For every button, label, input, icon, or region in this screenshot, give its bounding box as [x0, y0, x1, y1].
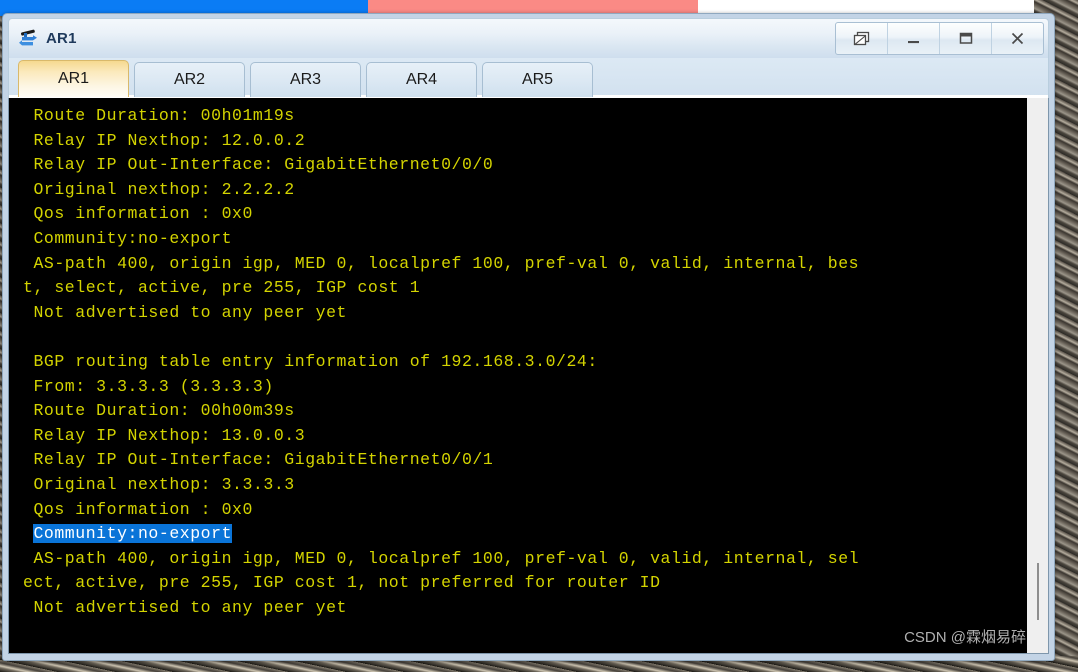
window-controls [835, 22, 1044, 55]
terminal-output[interactable]: Route Duration: 00h01m19s Relay IP Nexth… [9, 98, 1026, 653]
scrollbar-thumb[interactable] [1027, 98, 1048, 653]
tab-ar5[interactable]: AR5 [482, 62, 593, 97]
terminal-line: Not advertised to any peer yet [23, 302, 347, 322]
terminal-line: Route Duration: 00h00m39s [23, 401, 295, 421]
terminal-line: Relay IP Out-Interface: GigabitEthernet0… [23, 450, 494, 470]
terminal-line: AS-path 400, origin igp, MED 0, localpre… [23, 253, 860, 273]
terminal-line: Qos information : 0x0 [23, 499, 253, 519]
window-titlebar[interactable]: AR1 [8, 18, 1049, 58]
terminal-line: Original nexthop: 2.2.2.2 [23, 179, 295, 199]
terminal-line: Relay IP Nexthop: 13.0.0.3 [23, 425, 306, 445]
terminal-line: AS-path 400, origin igp, MED 0, localpre… [23, 548, 860, 568]
tab-label: AR1 [57, 70, 90, 87]
terminal-line: ect, active, pre 255, IGP cost 1, not pr… [23, 573, 661, 593]
tab-label: AR2 [173, 71, 206, 88]
maximize-button[interactable] [940, 23, 992, 54]
terminal-line: Original nexthop: 3.3.3.3 [23, 474, 295, 494]
terminal-line: BGP routing table entry information of 1… [23, 351, 598, 371]
scrollbar-grip [1037, 563, 1039, 620]
terminal-area: Route Duration: 00h01m19s Relay IP Nexth… [8, 97, 1049, 654]
terminal-line: Community:no-export [23, 228, 233, 248]
device-tabs: AR1 AR2 AR3 AR4 AR5 [8, 58, 1049, 97]
tab-ar3[interactable]: AR3 [250, 62, 361, 97]
terminal-line: Not advertised to any peer yet [23, 597, 347, 617]
router-cli-window: AR1 AR1 AR2 AR3 AR4 AR5 Route Duration: … [2, 13, 1055, 661]
terminal-line: Route Duration: 00h01m19s [23, 106, 295, 125]
tab-label: AR5 [521, 71, 554, 88]
terminal-line: t, select, active, pre 255, IGP cost 1 [23, 278, 421, 298]
desktop-white-bar [698, 0, 1034, 14]
terminal-line: Qos information : 0x0 [23, 204, 253, 224]
terminal-vertical-scrollbar[interactable] [1026, 98, 1048, 653]
restore-button[interactable] [836, 23, 888, 54]
close-button[interactable] [992, 23, 1043, 54]
tab-ar2[interactable]: AR2 [134, 62, 245, 97]
tab-ar1[interactable]: AR1 [18, 60, 129, 97]
selected-text: Community:no-export [33, 524, 233, 544]
terminal-line: Relay IP Nexthop: 12.0.0.2 [23, 130, 306, 150]
tab-label: AR3 [289, 71, 322, 88]
terminal-line: Community:no-export [23, 522, 1026, 547]
window-title: AR1 [46, 30, 77, 47]
minimize-button[interactable] [888, 23, 940, 54]
router-icon [18, 28, 40, 50]
terminal-line: From: 3.3.3.3 (3.3.3.3) [23, 376, 274, 396]
terminal-line: Relay IP Out-Interface: GigabitEthernet0… [23, 155, 494, 175]
tab-ar4[interactable]: AR4 [366, 62, 477, 97]
tab-label: AR4 [405, 71, 438, 88]
